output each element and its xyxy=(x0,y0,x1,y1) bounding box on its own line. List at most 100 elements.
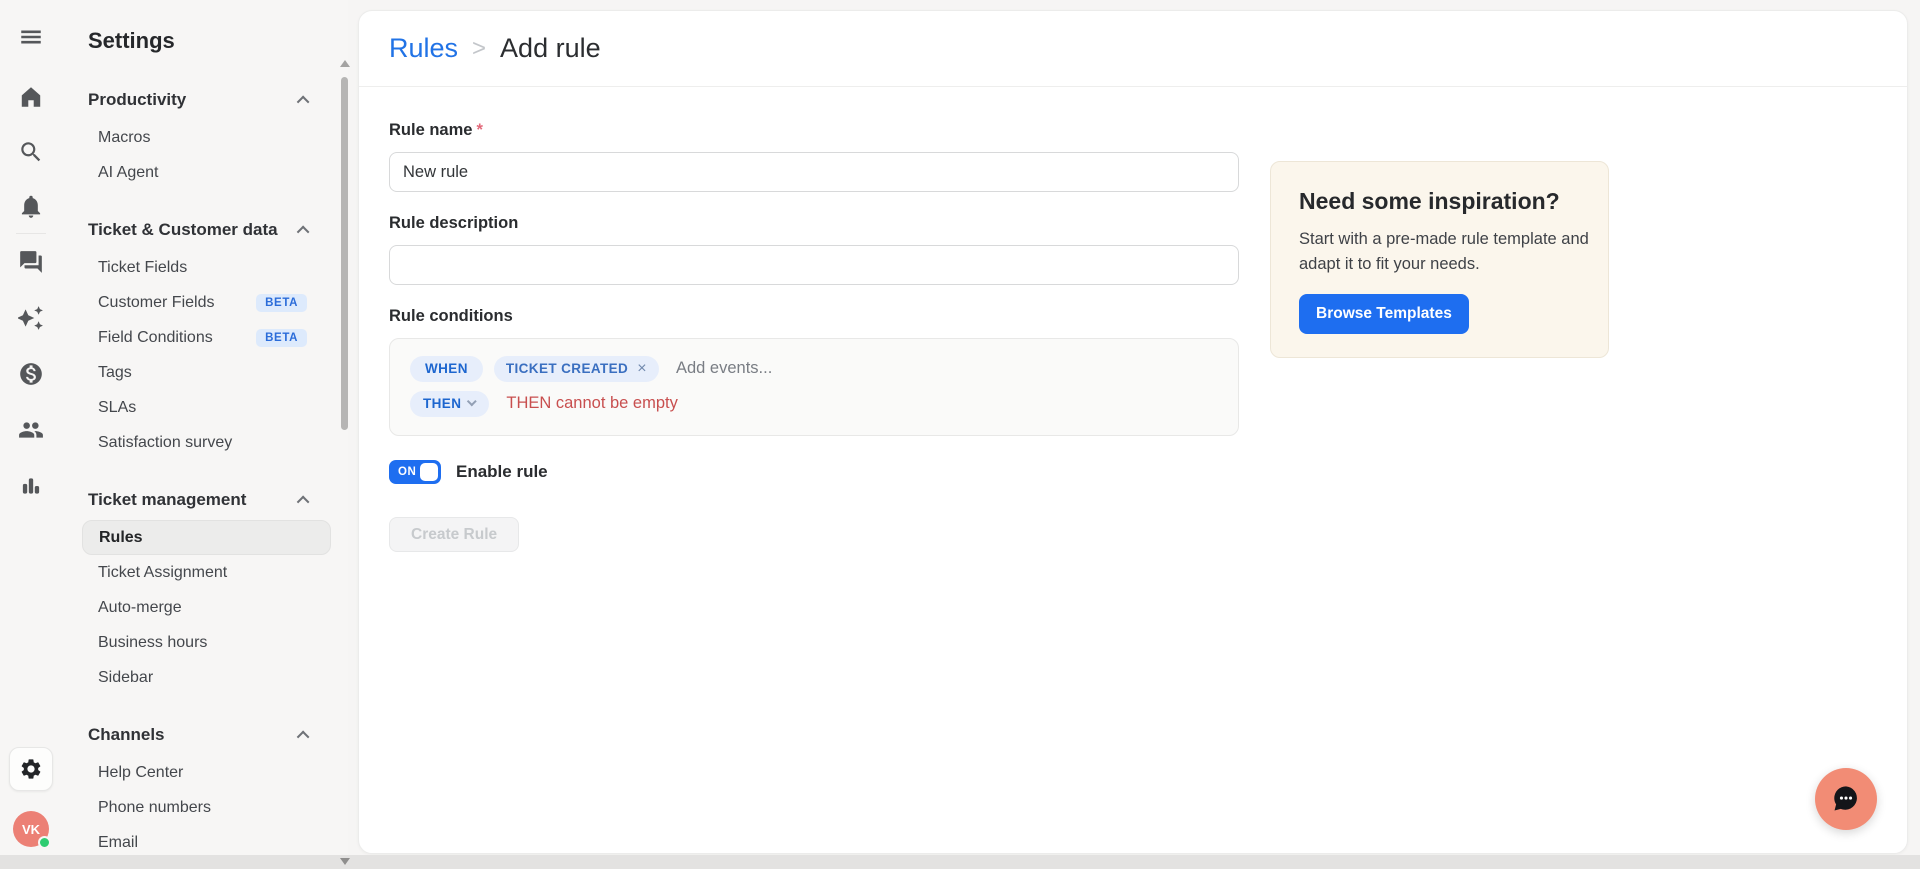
sidebar-sections: Productivity Macros AI Agent Ticket & Custo… xyxy=(62,88,348,860)
when-row: WHEN TICKET CREATED × Add events... xyxy=(410,355,1218,382)
chevron-up-icon xyxy=(296,495,310,508)
sidebar-item-sidebar[interactable]: Sidebar xyxy=(82,660,331,695)
toggle-on-label: ON xyxy=(398,466,417,478)
menu-icon[interactable] xyxy=(11,17,51,57)
breadcrumb-separator: > xyxy=(472,34,487,62)
remove-event-icon[interactable]: × xyxy=(637,360,647,377)
rule-conditions-box: WHEN TICKET CREATED × Add events... THEN… xyxy=(389,338,1239,436)
section-label: Ticket & Customer data xyxy=(88,220,278,239)
inspiration-title: Need some inspiration? xyxy=(1299,188,1560,214)
add-events-input[interactable]: Add events... xyxy=(676,359,772,378)
enable-rule-label: Enable rule xyxy=(456,462,548,481)
conversations-icon[interactable] xyxy=(11,242,51,282)
main-content-card: Rules > Add rule Rule name* Rule descrip… xyxy=(358,10,1908,854)
sidebar-item-ticket-assignment[interactable]: Ticket Assignment xyxy=(82,555,331,590)
sidebar-item-label: Email xyxy=(98,833,139,851)
user-avatar[interactable]: VK xyxy=(13,811,51,849)
then-row: THEN THEN cannot be empty xyxy=(410,390,1218,417)
sidebar-scrollbar-thumb[interactable] xyxy=(341,77,348,430)
sidebar-item-label: Rules xyxy=(99,528,143,546)
breadcrumb-rules-link[interactable]: Rules xyxy=(389,33,458,64)
section-label: Productivity xyxy=(88,90,187,109)
rule-name-label: Rule name * xyxy=(389,121,483,139)
rule-description-input[interactable] xyxy=(389,245,1239,285)
rule-conditions-label: Rule conditions xyxy=(389,307,513,325)
horizontal-scrollbar-track[interactable] xyxy=(0,855,1920,869)
sidebar-section-channels[interactable]: Channels xyxy=(82,723,331,747)
sidebar-item-label: Phone numbers xyxy=(98,798,211,816)
then-error-message: THEN cannot be empty xyxy=(506,394,678,412)
billing-dollar-icon[interactable] xyxy=(11,354,51,394)
rail-divider xyxy=(16,233,46,234)
chevron-down-icon xyxy=(467,396,478,407)
chat-bubble-icon xyxy=(1834,786,1857,811)
sidebar-item-label: Satisfaction survey xyxy=(98,433,233,451)
customers-people-icon[interactable] xyxy=(11,410,51,450)
search-icon[interactable] xyxy=(11,132,51,172)
sidebar-item-slas[interactable]: SLAs xyxy=(82,390,331,425)
ticket-created-chip[interactable]: TICKET CREATED × xyxy=(493,355,659,382)
settings-sidebar: Settings Productivity Macros AI Agent Ticke… xyxy=(62,0,348,869)
sidebar-item-label: Macros xyxy=(98,128,151,146)
avatar-initials: VK xyxy=(21,821,41,837)
enable-rule-row: ON Enable rule xyxy=(389,460,1877,484)
inspiration-card: Need some inspiration? Start with a pre-… xyxy=(1270,161,1609,358)
chat-launcher-button[interactable] xyxy=(1815,768,1877,830)
sidebar-item-label: Customer Fields xyxy=(98,293,215,311)
chevron-up-icon xyxy=(296,225,310,238)
sidebar-item-business-hours[interactable]: Business hours xyxy=(82,625,331,660)
section-label: Ticket management xyxy=(88,490,247,509)
sidebar-item-label: Ticket Assignment xyxy=(98,563,228,581)
home-icon[interactable] xyxy=(11,77,51,117)
sidebar-item-auto-merge[interactable]: Auto-merge xyxy=(82,590,331,625)
sidebar-item-macros[interactable]: Macros xyxy=(82,120,331,155)
sidebar-item-label: Sidebar xyxy=(98,668,154,686)
sidebar-item-customer-fields[interactable]: Customer Fields BETA xyxy=(82,285,331,320)
sidebar-item-label: AI Agent xyxy=(98,163,159,181)
sidebar-title: Settings xyxy=(88,28,175,53)
app-root: VK Settings Productivity Macros AI Agent Ti… xyxy=(0,0,1920,869)
sidebar-item-label: Ticket Fields xyxy=(98,258,188,276)
sidebar-item-label: SLAs xyxy=(98,398,137,416)
sidebar-item-label: Help Center xyxy=(98,763,184,781)
rule-name-input[interactable] xyxy=(389,152,1239,192)
rule-description-label: Rule description xyxy=(389,214,519,232)
sidebar-item-label: Field Conditions xyxy=(98,328,213,346)
section-label: Channels xyxy=(88,725,165,744)
browse-templates-button[interactable]: Browse Templates xyxy=(1299,293,1469,334)
sidebar-item-phone-numbers[interactable]: Phone numbers xyxy=(82,790,331,825)
create-rule-button[interactable]: Create Rule xyxy=(389,517,520,552)
toggle-knob xyxy=(420,463,438,481)
sidebar-section-ticket-management[interactable]: Ticket management xyxy=(82,488,331,512)
required-asterisk: * xyxy=(476,121,483,139)
sidebar-section-ticket-customer-data[interactable]: Ticket & Customer data xyxy=(82,218,331,242)
beta-badge: BETA xyxy=(256,293,307,312)
ai-sparkles-icon[interactable] xyxy=(11,298,51,338)
page-title: Add rule xyxy=(500,33,601,63)
sidebar-item-rules[interactable]: Rules xyxy=(82,520,331,555)
when-chip: WHEN xyxy=(410,355,483,382)
sidebar-item-help-center[interactable]: Help Center xyxy=(82,755,331,790)
notifications-bell-icon[interactable] xyxy=(11,187,51,227)
inspiration-body: Start with a pre-made rule template and … xyxy=(1299,230,1589,273)
sidebar-item-ai-agent[interactable]: AI Agent xyxy=(82,155,331,190)
chevron-up-icon xyxy=(296,730,310,743)
sidebar-item-ticket-fields[interactable]: Ticket Fields xyxy=(82,250,331,285)
enable-rule-toggle[interactable]: ON xyxy=(389,460,441,484)
sidebar-item-tags[interactable]: Tags xyxy=(82,355,331,390)
sidebar-item-field-conditions[interactable]: Field Conditions BETA xyxy=(82,320,331,355)
sidebar-item-label: Auto-merge xyxy=(98,598,182,616)
sidebar-item-satisfaction-survey[interactable]: Satisfaction survey xyxy=(82,425,331,460)
sidebar-scroll-up-arrow[interactable] xyxy=(340,60,350,67)
beta-badge: BETA xyxy=(256,328,307,347)
sidebar-item-label: Business hours xyxy=(98,633,208,651)
then-chip[interactable]: THEN xyxy=(410,390,490,417)
sidebar-item-label: Tags xyxy=(98,363,132,381)
online-status-dot xyxy=(38,836,51,849)
breadcrumb: Rules > Add rule xyxy=(359,11,1907,87)
rule-form: Rule name* Rule description Rule conditi… xyxy=(359,87,1907,853)
settings-gear-icon[interactable] xyxy=(9,747,53,791)
sidebar-section-productivity[interactable]: Productivity xyxy=(82,88,331,112)
sidebar-scroll-down-arrow[interactable] xyxy=(340,858,350,865)
statistics-chart-icon[interactable] xyxy=(11,466,51,506)
